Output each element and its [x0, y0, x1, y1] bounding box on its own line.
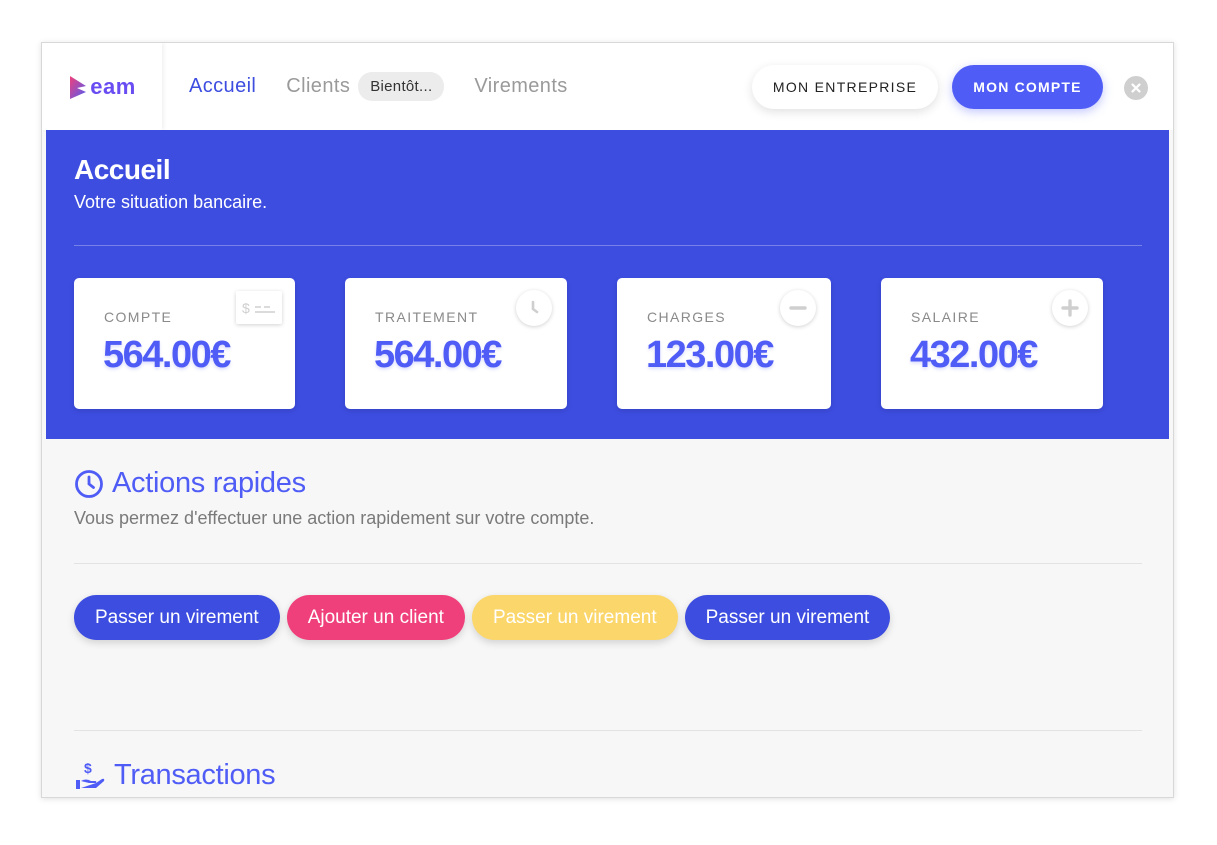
clock-icon	[516, 290, 552, 326]
nav-item-accueil[interactable]: Accueil	[189, 75, 256, 98]
logo-text: eam	[90, 73, 136, 99]
stat-card-traitement[interactable]: TRAITEMENT 564.00€	[345, 278, 567, 409]
my-company-button[interactable]: MON ENTREPRISE	[752, 65, 938, 109]
stat-card-charges[interactable]: CHARGES 123.00€	[617, 278, 831, 409]
quick-actions-title: Actions rapides	[74, 467, 306, 500]
stat-label: SALAIRE	[911, 309, 980, 325]
transactions-title: $ Transactions	[74, 759, 276, 792]
stat-card-compte[interactable]: $ COMPTE 564.00€	[74, 278, 295, 409]
play-logo-icon	[70, 75, 87, 99]
nav-item-label: Virements	[474, 75, 568, 97]
section-divider	[74, 730, 1142, 731]
section-title-text: Actions rapides	[112, 467, 306, 499]
stat-label: TRAITEMENT	[375, 309, 479, 325]
hero-divider	[74, 245, 1142, 246]
close-button[interactable]	[1124, 76, 1148, 100]
page-subtitle: Votre situation bancaire.	[74, 192, 268, 212]
minus-icon	[780, 290, 816, 326]
close-icon	[1131, 83, 1141, 93]
stat-value: 564.00€	[103, 334, 231, 376]
stat-card-salaire[interactable]: SALAIRE 432.00€	[881, 278, 1103, 409]
svg-text:$: $	[84, 760, 92, 776]
transfer-button[interactable]: Passer un virement	[74, 595, 280, 640]
coming-soon-badge: Bientôt...	[358, 72, 445, 101]
section-title-text: Transactions	[114, 759, 276, 791]
nav-item-label: Accueil	[189, 75, 257, 97]
app-window: eam Accueil Clients Bientôt... Virements…	[41, 42, 1174, 798]
quick-actions-subtitle: Vous permez d'effectuer une action rapid…	[74, 508, 595, 528]
nav-item-label: Clients	[286, 75, 351, 97]
nav-item-virements[interactable]: Virements	[474, 75, 567, 98]
section-divider	[74, 563, 1142, 564]
add-client-button[interactable]: Ajouter un client	[286, 595, 465, 640]
stat-value: 564.00€	[374, 334, 502, 376]
stat-label: CHARGES	[647, 309, 727, 325]
logo[interactable]: eam	[42, 43, 162, 130]
hero-banner: Accueil Votre situation bancaire. $ COMP…	[46, 130, 1169, 439]
stat-label: COMPTE	[104, 309, 173, 325]
stat-value: 432.00€	[910, 334, 1038, 376]
svg-text:$: $	[242, 300, 250, 316]
my-account-button[interactable]: MON COMPTE	[952, 65, 1103, 109]
transfer-button-secondary[interactable]: Passer un virement	[684, 595, 891, 640]
check-card-icon: $	[236, 291, 282, 324]
quick-actions-bar: Passer un virement Ajouter un client Pas…	[74, 595, 897, 640]
top-bar: eam Accueil Clients Bientôt... Virements…	[42, 43, 1173, 130]
plus-icon	[1052, 290, 1088, 326]
nav-item-clients[interactable]: Clients Bientôt...	[286, 72, 445, 101]
transfer-button-yellow[interactable]: Passer un virement	[471, 595, 678, 640]
main-nav: Accueil Clients Bientôt... Virements	[189, 43, 598, 130]
clock-icon	[75, 469, 103, 498]
page-title: Accueil	[74, 154, 171, 185]
stat-value: 123.00€	[646, 334, 774, 376]
hand-coin-icon: $	[76, 760, 105, 789]
